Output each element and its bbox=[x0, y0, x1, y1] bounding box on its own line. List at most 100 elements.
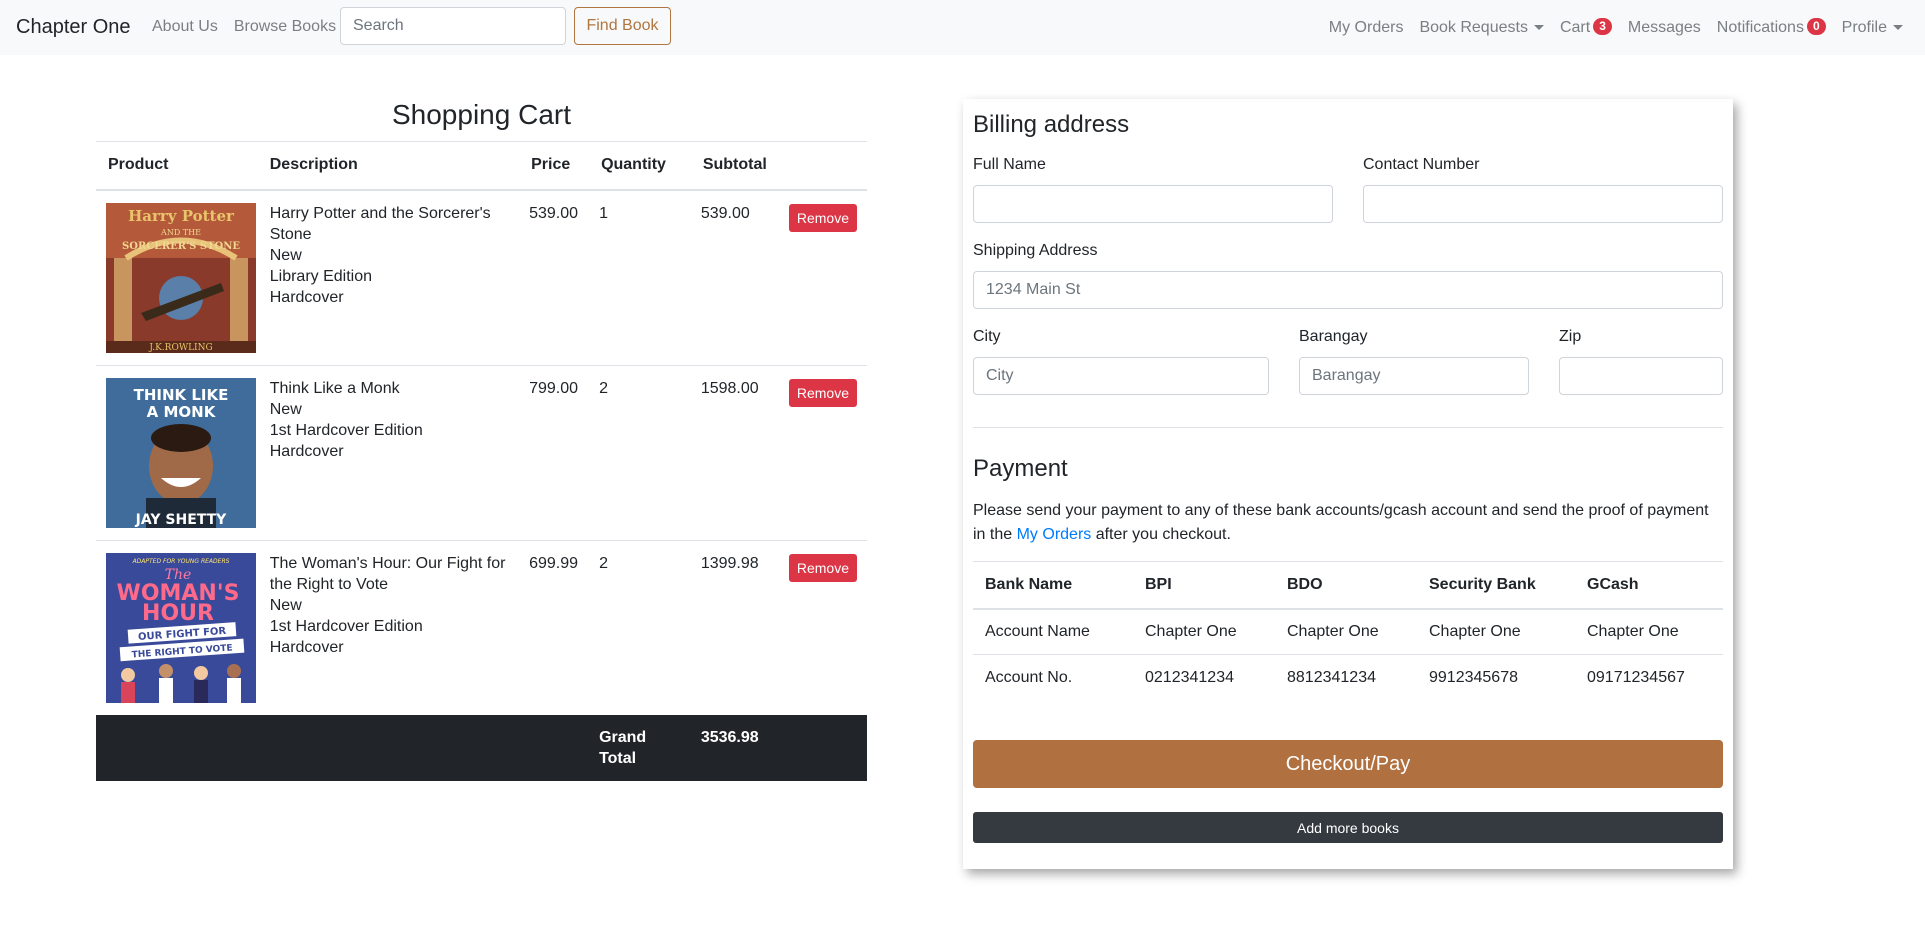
bank-header-cell: GCash bbox=[1575, 561, 1723, 610]
nav-notifications[interactable]: Notifications 0 bbox=[1717, 18, 1826, 37]
description-cell: Harry Potter and the Sorcerer's Stone Ne… bbox=[269, 189, 520, 365]
product-cell: Harry Potter AND THE SORCERER'S STONE J.… bbox=[96, 189, 270, 365]
book-cover-harry-potter[interactable]: Harry Potter AND THE SORCERER'S STONE J.… bbox=[106, 202, 256, 353]
nav-about-us[interactable]: About Us bbox=[152, 18, 218, 36]
quantity-cell: 1 bbox=[589, 189, 691, 365]
remove-button[interactable]: Remove bbox=[788, 203, 857, 232]
col-action bbox=[778, 141, 867, 191]
book-format: Hardcover bbox=[269, 638, 344, 656]
nav-profile-label: Profile bbox=[1841, 18, 1887, 36]
bank-cell: Chapter One bbox=[1417, 608, 1575, 655]
book-edition: Library Edition bbox=[269, 267, 373, 285]
my-orders-link[interactable]: My Orders bbox=[1017, 526, 1092, 543]
shipping-address-label: Shipping Address bbox=[973, 242, 1098, 259]
book-format: Hardcover bbox=[269, 442, 344, 460]
nav-my-orders[interactable]: My Orders bbox=[1329, 19, 1404, 37]
action-cell: Remove bbox=[778, 539, 867, 715]
nav-cart-label: Cart bbox=[1559, 19, 1591, 36]
bank-header-cell: Security Bank bbox=[1417, 561, 1575, 610]
subtotal-cell: 1598.00 bbox=[690, 364, 779, 540]
price-cell: 799.00 bbox=[519, 364, 590, 540]
total-spacer bbox=[269, 715, 520, 781]
nav-right: My Orders Book Requests Cart 3 Messages N… bbox=[1329, 18, 1903, 37]
bank-cell: Chapter One bbox=[1133, 608, 1275, 655]
cover-text: THINK LIKE bbox=[134, 386, 229, 404]
total-spacer bbox=[778, 715, 867, 781]
navbar: Chapter One About Us Browse Books Find B… bbox=[0, 0, 1925, 55]
cart-count-badge: 3 bbox=[1593, 18, 1612, 35]
quantity-cell: 2 bbox=[589, 364, 691, 540]
add-more-books-button[interactable]: Add more books bbox=[973, 812, 1723, 843]
caret-down-icon bbox=[1893, 24, 1903, 30]
col-product: Product bbox=[96, 141, 270, 191]
grand-total-label: Grand Total bbox=[589, 715, 691, 781]
remove-button[interactable]: Remove bbox=[788, 553, 857, 582]
action-cell: Remove bbox=[778, 189, 867, 365]
cover-text: JAY SHETTY bbox=[135, 512, 228, 528]
barangay-label: Barangay bbox=[1299, 328, 1368, 345]
cart-row: ADAPTED FOR YOUNG READERS The WOMAN'S HO… bbox=[96, 539, 867, 715]
book-title: Harry Potter and the Sorcerer's Stone bbox=[269, 204, 491, 243]
bank-cell: 0212341234 bbox=[1133, 654, 1275, 701]
book-edition: 1st Hardcover Edition bbox=[269, 617, 423, 635]
nav-browse-books[interactable]: Browse Books bbox=[234, 18, 336, 36]
nav-messages[interactable]: Messages bbox=[1628, 19, 1701, 37]
book-condition: New bbox=[269, 400, 302, 418]
billing-card: Billing address Full Name Contact Number… bbox=[963, 99, 1733, 869]
shipping-address-field[interactable] bbox=[973, 271, 1723, 309]
zip-label: Zip bbox=[1559, 328, 1582, 345]
bank-cell: Chapter One bbox=[1275, 608, 1417, 655]
remove-button[interactable]: Remove bbox=[788, 378, 857, 407]
checkout-pay-button[interactable]: Checkout/Pay bbox=[973, 740, 1723, 788]
total-spacer bbox=[96, 715, 270, 781]
book-cover-think-like-a-monk[interactable]: THINK LIKE A MONK JAY SHETTY bbox=[106, 377, 256, 528]
bank-accounts-table: Bank Name BPI BDO Security Bank GCash Ac… bbox=[973, 561, 1723, 701]
cover-text: ADAPTED FOR YOUNG READERS bbox=[132, 558, 230, 565]
book-cover-womans-hour[interactable]: ADAPTED FOR YOUNG READERS The WOMAN'S HO… bbox=[106, 552, 256, 703]
cover-text: HOUR bbox=[142, 601, 214, 626]
book-condition: New bbox=[269, 246, 302, 264]
contact-number-field[interactable] bbox=[1363, 185, 1723, 223]
product-cell: ADAPTED FOR YOUNG READERS The WOMAN'S HO… bbox=[96, 539, 270, 715]
price-cell: 699.99 bbox=[519, 539, 590, 715]
divider bbox=[973, 427, 1723, 428]
cover-text: J.K.ROWLING bbox=[148, 343, 212, 353]
action-cell: Remove bbox=[778, 364, 867, 540]
cover-text: A MONK bbox=[147, 403, 217, 421]
notifications-count-badge: 0 bbox=[1806, 18, 1826, 35]
nav-left: About Us Browse Books bbox=[152, 18, 336, 36]
brand-logo[interactable]: Chapter One bbox=[16, 16, 131, 39]
search-input[interactable] bbox=[340, 7, 566, 45]
bank-cell: Account No. bbox=[973, 654, 1133, 701]
col-quantity: Quantity bbox=[589, 141, 691, 191]
description-cell: Think Like a Monk New 1st Hardcover Edit… bbox=[269, 364, 520, 540]
cart-title: Shopping Cart bbox=[391, 99, 571, 130]
bank-cell: Account Name bbox=[973, 608, 1133, 655]
find-book-button[interactable]: Find Book bbox=[574, 7, 671, 45]
cart-header-row: Product Description Price Quantity Subto… bbox=[96, 141, 867, 191]
price-cell: 539.00 bbox=[519, 189, 590, 365]
bank-header-cell: BPI bbox=[1133, 561, 1275, 610]
subtotal-cell: 539.00 bbox=[690, 189, 779, 365]
bank-header-cell: BDO bbox=[1275, 561, 1417, 610]
cover-text: Harry Potter bbox=[128, 207, 235, 225]
barangay-field[interactable] bbox=[1299, 357, 1529, 395]
book-title: Think Like a Monk bbox=[269, 379, 400, 397]
city-label: City bbox=[973, 328, 1001, 345]
cart-row: Harry Potter AND THE SORCERER'S STONE J.… bbox=[96, 189, 867, 365]
col-description: Description bbox=[269, 141, 520, 191]
nav-book-requests-dropdown[interactable]: Book Requests bbox=[1419, 19, 1544, 37]
nav-cart[interactable]: Cart 3 bbox=[1560, 18, 1612, 37]
grand-total-value: 3536.98 bbox=[690, 715, 779, 781]
book-edition: 1st Hardcover Edition bbox=[269, 421, 423, 439]
zip-field[interactable] bbox=[1559, 357, 1723, 395]
bank-row: Account No. 0212341234 8812341234 991234… bbox=[973, 654, 1723, 701]
nav-notifications-label: Notifications bbox=[1716, 19, 1804, 36]
bank-cell: 8812341234 bbox=[1275, 654, 1417, 701]
full-name-field[interactable] bbox=[973, 185, 1333, 223]
payment-title: Payment bbox=[973, 455, 1068, 482]
nav-profile-dropdown[interactable]: Profile bbox=[1842, 19, 1903, 37]
contact-number-label: Contact Number bbox=[1363, 156, 1480, 173]
bank-header-row: Bank Name BPI BDO Security Bank GCash bbox=[973, 561, 1723, 610]
city-field[interactable] bbox=[973, 357, 1269, 395]
